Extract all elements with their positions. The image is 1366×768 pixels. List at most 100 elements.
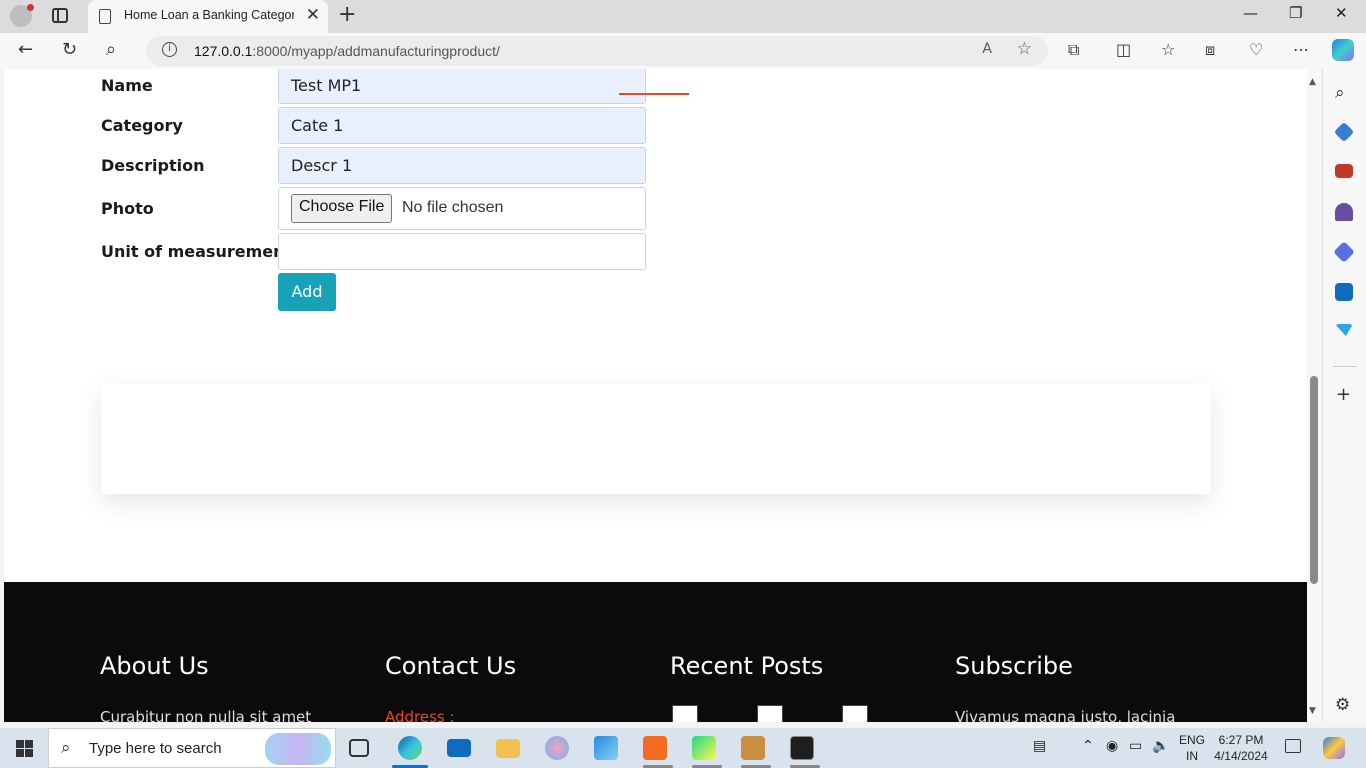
url-text[interactable]: 127.0.0.1:8000/myapp/addmanufacturingpro… — [194, 43, 500, 59]
description-label: Description — [101, 156, 205, 175]
more-menu-icon[interactable]: ⋯ — [1293, 40, 1309, 59]
search-highlight-image[interactable] — [265, 733, 331, 765]
file-explorer-icon[interactable] — [496, 739, 520, 758]
xampp-icon[interactable] — [643, 736, 667, 760]
subscribe-heading: Subscribe — [955, 652, 1073, 680]
new-tab-button[interactable]: + — [338, 2, 356, 27]
browser-tab[interactable]: Home Loan a Banking Category I ✕ — [88, 0, 328, 33]
collections-icon[interactable]: ⧈ — [1205, 40, 1215, 60]
scroll-down-icon[interactable]: ▼ — [1309, 706, 1316, 716]
m365-icon[interactable] — [1333, 241, 1355, 263]
site-info-icon[interactable]: i — [162, 42, 177, 57]
box-icon[interactable] — [741, 736, 765, 760]
photos-icon[interactable] — [594, 736, 618, 760]
footer-about: About Us Curabitur non nulla sit amet — [100, 652, 311, 722]
clock-date: 4/14/2024 — [1214, 749, 1268, 763]
recent-post-thumbnail[interactable] — [672, 705, 698, 722]
photo-file-input[interactable]: Choose File No file chosen — [278, 187, 646, 230]
description-input[interactable]: Descr 1 — [278, 147, 646, 184]
start-button[interactable] — [16, 740, 33, 757]
read-aloud-icon[interactable]: A — [982, 41, 992, 57]
tag-icon[interactable] — [1333, 121, 1355, 143]
extensions-icon[interactable]: ⧉ — [1068, 40, 1079, 60]
taskbar: ⌕ Type here to search ▤ ⌃ ◉ ▭ 🔈 ENG IN 6… — [0, 728, 1366, 768]
title-bar: Home Loan a Banking Category I ✕ + — ❐ ✕ — [0, 0, 1366, 33]
meet-now-icon[interactable]: ◉ — [1106, 738, 1118, 754]
scroll-up-icon[interactable]: ▲ — [1309, 77, 1316, 87]
search-icon[interactable]: ⌕ — [1335, 83, 1353, 103]
language-indicator[interactable]: ENG IN — [1179, 732, 1205, 764]
page-viewport: Name Test MP1 Category Cate 1 Descriptio… — [4, 69, 1307, 722]
battery-icon[interactable]: ▭ — [1129, 738, 1142, 754]
show-hidden-icons-chevron-icon[interactable]: ⌃ — [1082, 738, 1094, 754]
close-window-button[interactable]: ✕ — [1335, 4, 1348, 22]
volume-icon[interactable]: 🔈 — [1152, 738, 1169, 754]
recent-posts-heading: Recent Posts — [670, 652, 824, 680]
tab-actions-icon[interactable] — [52, 8, 68, 23]
minimize-button[interactable]: — — [1243, 4, 1258, 22]
taskbar-search[interactable]: ⌕ Type here to search — [48, 728, 336, 768]
clock-time: 6:27 PM — [1218, 733, 1264, 747]
outlook-icon[interactable] — [1335, 283, 1353, 301]
footer-contact: Contact Us Address : — [385, 652, 517, 722]
sidebar-settings-icon[interactable]: ⚙ — [1335, 695, 1350, 715]
search-icon: ⌕ — [61, 738, 71, 758]
recent-post-thumbnail[interactable] — [757, 705, 783, 722]
mail-icon[interactable] — [447, 739, 471, 757]
scrollbar-thumb[interactable] — [1310, 376, 1318, 584]
task-view-icon[interactable] — [349, 739, 369, 757]
terminal-icon[interactable] — [790, 736, 814, 760]
about-text: Curabitur non nulla sit amet — [100, 708, 312, 722]
recent-post-thumbnail[interactable] — [842, 705, 868, 722]
favorite-star-icon[interactable]: ☆ — [1017, 39, 1032, 59]
notification-icon[interactable] — [1285, 739, 1301, 753]
url-path: :8000/myapp/addmanufacturingproduct/ — [252, 43, 500, 59]
edge-sidebar: ⌕ + ⚙ — [1322, 69, 1366, 722]
url-host: 127.0.0.1 — [194, 43, 253, 59]
back-button[interactable]: ← — [18, 39, 33, 60]
pycharm-icon[interactable] — [692, 736, 716, 760]
paint-icon[interactable] — [545, 736, 569, 760]
language-code: ENG — [1179, 733, 1206, 747]
clock[interactable]: 6:27 PM 4/14/2024 — [1212, 732, 1270, 764]
contact-heading: Contact Us — [385, 652, 517, 680]
tab-close-icon[interactable]: ✕ — [306, 5, 320, 25]
copilot-icon[interactable] — [1332, 39, 1354, 61]
copilot-taskbar-icon[interactable] — [1323, 737, 1345, 759]
edge-icon[interactable] — [398, 736, 422, 760]
send-icon[interactable] — [1335, 324, 1353, 336]
restore-button[interactable]: ❐ — [1289, 4, 1302, 22]
reload-button[interactable]: ↻ — [62, 39, 77, 60]
search-icon[interactable]: ⌕ — [106, 39, 116, 60]
split-screen-icon[interactable]: ◫ — [1116, 40, 1131, 59]
add-button[interactable]: Add — [278, 273, 336, 311]
add-sidebar-app-icon[interactable]: + — [1336, 384, 1351, 405]
profile-icon[interactable] — [10, 4, 34, 27]
photo-label: Photo — [101, 199, 154, 218]
category-label: Category — [101, 116, 183, 135]
footer-subscribe: Subscribe Vivamus magna justo, lacinia — [955, 652, 1175, 722]
file-status: No file chosen — [402, 199, 504, 216]
sidebar-divider — [1333, 366, 1357, 367]
choose-file-button[interactable]: Choose File — [291, 194, 393, 223]
address-row: ← ↻ ⌕ i 127.0.0.1:8000/myapp/addmanufact… — [0, 33, 1366, 69]
news-widget-icon[interactable]: ▤ — [1033, 738, 1046, 754]
name-label: Name — [101, 76, 153, 95]
toolbox-icon[interactable] — [1335, 164, 1353, 178]
page-icon — [99, 9, 111, 24]
chess-icon[interactable] — [1335, 203, 1353, 221]
unit-label: Unit of measurement — [101, 242, 293, 261]
category-input[interactable]: Cate 1 — [278, 107, 646, 144]
about-heading: About Us — [100, 652, 209, 680]
unit-of-measurement-input[interactable] — [278, 233, 646, 270]
browser-essentials-icon[interactable]: ♡ — [1249, 40, 1263, 59]
name-input[interactable]: Test MP1 — [278, 69, 646, 104]
footer-recent-posts: Recent Posts — [670, 652, 868, 722]
address-label: Address : — [385, 708, 455, 722]
decorative-underline — [619, 93, 689, 95]
content-card — [101, 384, 1211, 494]
tab-title: Home Loan a Banking Category I — [124, 8, 294, 22]
favorites-icon[interactable]: ☆ — [1161, 40, 1175, 59]
address-bar[interactable]: i 127.0.0.1:8000/myapp/addmanufacturingp… — [146, 36, 1048, 66]
page-scrollbar[interactable]: ▲ ▼ — [1307, 69, 1321, 722]
